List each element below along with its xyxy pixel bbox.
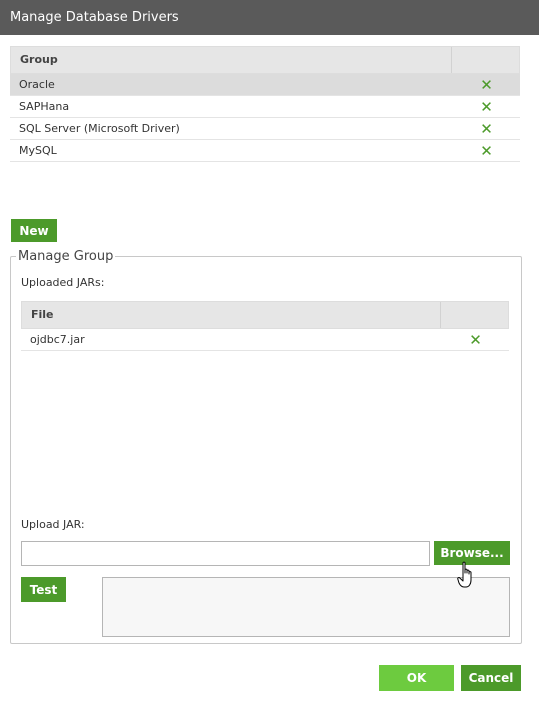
dialog-title-bar: Manage Database Drivers bbox=[0, 0, 539, 35]
group-row-mysql[interactable]: MySQL ✕ bbox=[10, 140, 520, 162]
groups-table-header: Group bbox=[10, 46, 520, 74]
file-column-header[interactable]: File bbox=[22, 302, 441, 328]
close-icon[interactable]: ✕ bbox=[442, 331, 509, 349]
jar-files-table: File ojdbc7.jar ✕ bbox=[21, 301, 509, 351]
jar-file-row[interactable]: ojdbc7.jar ✕ bbox=[21, 329, 509, 351]
group-column-header[interactable]: Group bbox=[11, 47, 452, 73]
close-icon[interactable]: ✕ bbox=[453, 142, 520, 160]
group-row-sql-server[interactable]: SQL Server (Microsoft Driver) ✕ bbox=[10, 118, 520, 140]
cancel-button[interactable]: Cancel bbox=[461, 665, 521, 691]
actions-column-header bbox=[452, 47, 519, 73]
test-result-area bbox=[102, 577, 510, 637]
group-name: SAPHana bbox=[19, 100, 70, 113]
group-name: SQL Server (Microsoft Driver) bbox=[19, 122, 180, 135]
dialog-title: Manage Database Drivers bbox=[10, 10, 179, 25]
group-row-oracle[interactable]: Oracle ✕ bbox=[10, 74, 520, 96]
jar-file-name: ojdbc7.jar bbox=[30, 333, 85, 346]
close-icon[interactable]: ✕ bbox=[453, 120, 520, 138]
group-name: MySQL bbox=[19, 144, 57, 157]
browse-button[interactable]: Browse... bbox=[434, 541, 510, 565]
close-icon[interactable]: ✕ bbox=[453, 98, 520, 116]
new-group-button[interactable]: New bbox=[11, 219, 57, 242]
group-row-saphana[interactable]: SAPHana ✕ bbox=[10, 96, 520, 118]
uploaded-jars-label: Uploaded JARs: bbox=[21, 276, 105, 289]
upload-jar-path-field[interactable] bbox=[21, 541, 430, 566]
group-name: Oracle bbox=[19, 78, 55, 91]
close-icon[interactable]: ✕ bbox=[453, 76, 520, 94]
upload-jar-label: Upload JAR: bbox=[21, 518, 85, 531]
test-button[interactable]: Test bbox=[21, 577, 66, 602]
actions-column-header bbox=[441, 302, 508, 328]
manage-group-legend: Manage Group bbox=[18, 249, 114, 264]
groups-table: Group Oracle ✕ SAPHana ✕ SQL Server (Mic… bbox=[10, 46, 520, 162]
ok-button[interactable]: OK bbox=[379, 665, 454, 691]
jar-files-table-header: File bbox=[21, 301, 509, 329]
